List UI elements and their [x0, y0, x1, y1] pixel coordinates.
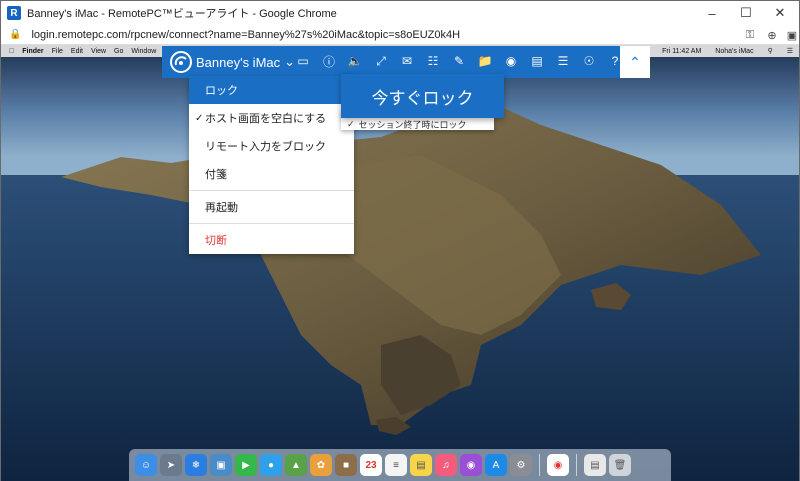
mac-user[interactable]: Noha's iMac: [715, 48, 753, 55]
list-icon[interactable]: ☰: [787, 47, 793, 55]
lock-submenu: 今すぐロック ✓ セッション終了時にロック: [341, 74, 504, 130]
maximize-button[interactable]: ☐: [729, 1, 763, 25]
volume-icon[interactable]: 🔈: [344, 50, 366, 72]
notes-app-icon[interactable]: ▤: [410, 454, 432, 476]
view-icon[interactable]: ☉: [578, 50, 600, 72]
remote-screen[interactable]:  Finder File Edit View Go Window Fri 11…: [1, 45, 799, 481]
mac-menu-finder[interactable]: Finder: [22, 48, 43, 55]
preview-icon[interactable]: ▣: [210, 454, 232, 476]
menu-item-label: 付箋: [205, 169, 227, 181]
mac-menu-view[interactable]: View: [91, 48, 106, 55]
key-icon[interactable]: ⚿: [741, 27, 759, 43]
zoom-icon[interactable]: ⊕: [763, 27, 781, 43]
menu-divider: [189, 223, 354, 224]
resize-icon[interactable]: ⤢: [370, 50, 392, 72]
mac-menu-file[interactable]: File: [52, 48, 63, 55]
system-preferences-icon[interactable]: ⚙: [510, 454, 532, 476]
mac-clock: Fri 11:42 AM: [662, 47, 702, 55]
mac-menu-edit[interactable]: Edit: [71, 48, 83, 55]
menu-item-label: 再起動: [205, 202, 238, 214]
monitor-disconnect-icon[interactable]: ▭: [292, 50, 314, 72]
podcasts-icon[interactable]: ◉: [460, 454, 482, 476]
chrome-icon[interactable]: ◉: [547, 454, 569, 476]
menu-item-restart[interactable]: 再起動: [189, 193, 354, 221]
photos-icon[interactable]: ✿: [310, 454, 332, 476]
menu-item-sticky-notes[interactable]: 付箋: [189, 160, 354, 188]
maps-icon[interactable]: ▲: [285, 454, 307, 476]
menu-item-label: ロック: [205, 85, 238, 97]
checkmark-icon: ✓: [347, 118, 355, 129]
camera-icon[interactable]: ◉: [500, 50, 522, 72]
launchpad-icon[interactable]: ➤: [160, 454, 182, 476]
window-titlebar: R Banney's iMac - RemotePC™ビューアライト - Goo…: [1, 1, 799, 25]
reminders-icon[interactable]: ≡: [385, 454, 407, 476]
contacts-icon[interactable]: ■: [335, 454, 357, 476]
machine-name: Banney's iMac: [196, 54, 281, 70]
facetime-icon[interactable]: ▶: [235, 454, 257, 476]
mac-menu-go[interactable]: Go: [114, 48, 123, 55]
menu-divider: [189, 190, 354, 191]
mac-menu-window[interactable]: Window: [131, 48, 156, 55]
music-icon[interactable]: ♫: [435, 454, 457, 476]
url-text[interactable]: login.remotepc.com/rpcnew/connect?name=B…: [31, 29, 460, 41]
translate-icon[interactable]: ▣: [783, 27, 800, 43]
chrome-window: R Banney's iMac - RemotePC™ビューアライト - Goo…: [0, 0, 800, 481]
messages-icon[interactable]: ●: [260, 454, 282, 476]
file-transfer-icon[interactable]: 📁: [474, 50, 496, 72]
document-icon[interactable]: ▤: [584, 454, 606, 476]
app-store-icon[interactable]: A: [485, 454, 507, 476]
lock-icon: 🔒: [9, 29, 22, 40]
lock-on-session-end-label: セッション終了時にロック: [358, 119, 467, 130]
menu-icon[interactable]: ☰: [552, 50, 574, 72]
finder-icon[interactable]: ☺: [135, 454, 157, 476]
minimize-button[interactable]: –: [695, 1, 729, 25]
message-icon[interactable]: ☷: [422, 50, 444, 72]
menu-item-disconnect[interactable]: 切断: [189, 226, 354, 254]
actions-dropdown-menu: ロック › ✓ ホスト画面を空白にする リモート入力をブロック 付箋 再起動 切…: [189, 76, 354, 254]
collapse-toolbar-button[interactable]: ⌃: [620, 46, 650, 78]
menu-item-label: 切断: [205, 235, 227, 247]
menu-item-blank-host-screen[interactable]: ✓ ホスト画面を空白にする: [189, 104, 354, 132]
remotepc-favicon-icon: R: [7, 6, 21, 20]
checkmark-icon: ✓: [195, 112, 204, 124]
menu-item-label: リモート入力をブロック: [205, 141, 326, 153]
notes-icon[interactable]: ▤: [526, 50, 548, 72]
info-icon[interactable]: ⓘ: [318, 50, 340, 72]
search-icon[interactable]: ⚲: [768, 47, 773, 55]
calendar-icon[interactable]: 23: [360, 454, 382, 476]
address-bar[interactable]: 🔒 login.remotepc.com/rpcnew/connect?name…: [1, 25, 799, 45]
mac-dock: ☺ ➤ ❄ ▣ ▶ ● ▲ ✿ ■ 23 ≡ ▤ ♫ ◉ A ⚙ ◉ ▤ 🗑: [129, 449, 671, 481]
window-title: Banney's iMac - RemotePC™ビューアライト - Googl…: [27, 8, 337, 20]
trash-icon[interactable]: 🗑: [609, 454, 631, 476]
machine-name-dropdown[interactable]: Banney's iMac ⌄: [196, 54, 295, 70]
safari-icon[interactable]: ❄: [185, 454, 207, 476]
dock-divider: [576, 454, 577, 476]
menu-item-block-remote-input[interactable]: リモート入力をブロック: [189, 132, 354, 160]
draw-icon[interactable]: ✎: [448, 50, 470, 72]
close-button[interactable]: ✕: [763, 1, 797, 25]
chat-icon[interactable]: ✉: [396, 50, 418, 72]
menu-item-label: ホスト画面を空白にする: [205, 113, 327, 125]
menu-item-lock[interactable]: ロック ›: [189, 76, 354, 104]
dock-divider: [539, 454, 540, 476]
lock-now-button[interactable]: 今すぐロック: [341, 74, 504, 118]
apple-icon[interactable]: : [9, 48, 14, 55]
remotepc-logo-icon: [170, 51, 192, 73]
